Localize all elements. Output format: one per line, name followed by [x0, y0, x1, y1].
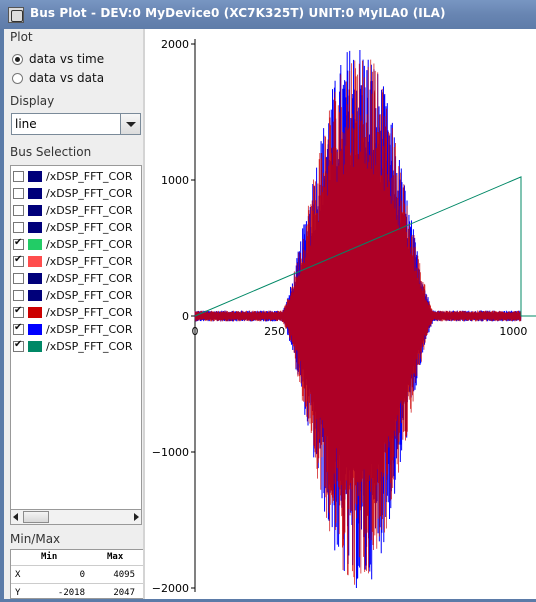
display-mode-value: line	[15, 117, 37, 131]
minmax-title: Min/Max	[10, 532, 61, 546]
bus-checkbox[interactable]	[13, 170, 24, 182]
bus-plot-chart[interactable]: 200010000−1000−20000 250 500 1000	[145, 29, 536, 599]
radio-indicator	[12, 72, 23, 84]
bus-selection-list[interactable]: /xDSP_FFT_COR /xDSP_FFT_COR /xDSP_FFT_CO…	[10, 165, 142, 525]
minmax-col-max: Max	[107, 552, 124, 562]
color-swatch[interactable]	[28, 289, 42, 301]
title-bar: Bus Plot - DEV:0 MyDevice0 (XC7K325T) UN…	[0, 0, 536, 29]
bus-item-6[interactable]: /xDSP_FFT_COR	[13, 253, 132, 269]
radio-data-vs-time[interactable]: data vs time	[12, 51, 104, 67]
x-tick-label: 0	[192, 325, 199, 338]
display-group-title: Display	[10, 94, 55, 108]
bus-checkbox[interactable]	[13, 221, 24, 233]
bus-plot-window: Plot data vs time data vs data Display l…	[4, 29, 536, 599]
bus-item-4[interactable]: /xDSP_FFT_COR	[13, 219, 132, 235]
bus-checkbox[interactable]	[13, 305, 24, 318]
color-swatch[interactable]	[28, 340, 42, 352]
bus-item-2[interactable]: /xDSP_FFT_COR	[13, 185, 132, 201]
minmax-axis-y: Y	[15, 588, 21, 598]
app-icon	[8, 7, 24, 23]
bus-checkbox[interactable]	[13, 237, 24, 250]
bus-checkbox[interactable]	[13, 187, 24, 199]
plot-group-title: Plot	[10, 30, 33, 44]
y-tick-label: 0	[182, 310, 189, 323]
window-title: Bus Plot - DEV:0 MyDevice0 (XC7K325T) UN…	[30, 6, 446, 20]
color-swatch[interactable]	[28, 187, 42, 199]
display-mode-dropdown[interactable]: line	[11, 113, 141, 135]
color-swatch[interactable]	[28, 221, 42, 233]
bus-checkbox[interactable]	[13, 339, 24, 352]
color-swatch[interactable]	[28, 323, 42, 335]
color-swatch[interactable]	[28, 306, 42, 318]
bus-item-7[interactable]: /xDSP_FFT_COR	[13, 270, 132, 286]
bus-selection-title: Bus Selection	[10, 145, 92, 159]
y-tick-label: 1000	[161, 174, 189, 187]
color-swatch[interactable]	[28, 272, 42, 284]
bus-checkbox[interactable]	[13, 322, 24, 335]
x-tick-label: 1000	[499, 325, 527, 338]
bus-item-11[interactable]: /xDSP_FFT_COR	[13, 338, 132, 354]
bus-item-9[interactable]: /xDSP_FFT_COR	[13, 304, 132, 320]
bus-item-10[interactable]: /xDSP_FFT_COR	[13, 321, 132, 337]
color-swatch[interactable]	[28, 170, 42, 182]
bus-checkbox[interactable]	[13, 254, 24, 267]
radio-indicator	[12, 53, 23, 65]
y-tick-label: 2000	[161, 38, 189, 51]
bus-list-scrollbar[interactable]	[10, 509, 142, 525]
y-tick-label: −1000	[152, 446, 189, 459]
bus-checkbox[interactable]	[13, 289, 24, 301]
scroll-right-icon[interactable]	[134, 513, 139, 521]
minmax-axis-x: X	[15, 570, 21, 580]
y-tick-label: −2000	[152, 582, 189, 595]
bus-item-8[interactable]: /xDSP_FFT_COR	[13, 287, 132, 303]
color-swatch[interactable]	[28, 238, 42, 250]
radio-data-vs-data[interactable]: data vs data	[12, 70, 104, 86]
left-panel: Plot data vs time data vs data Display l…	[4, 29, 148, 599]
minmax-x-min: 0	[79, 570, 85, 580]
chevron-down-icon[interactable]	[120, 114, 140, 134]
scroll-left-icon[interactable]	[13, 513, 18, 521]
bus-item-5[interactable]: /xDSP_FFT_COR	[13, 236, 132, 252]
minmax-y-min: -2018	[57, 588, 85, 598]
minmax-x-max: 4095	[113, 570, 135, 580]
scroll-thumb[interactable]	[23, 511, 49, 523]
minmax-y-max: 2047	[113, 588, 135, 598]
x-tick-label: 250	[264, 325, 285, 338]
minmax-col-min: Min	[41, 552, 58, 562]
plot-area[interactable]: 2000 1000 0 −1000 −2000 0 250 500 1000	[145, 29, 536, 599]
color-swatch[interactable]	[28, 255, 42, 267]
bus-item-1[interactable]: /xDSP_FFT_COR	[13, 168, 132, 184]
bus-checkbox[interactable]	[13, 204, 24, 216]
color-swatch[interactable]	[28, 204, 42, 216]
minmax-table: Min Max X 0 4095 Y -2018 2047	[10, 549, 144, 599]
bus-item-3[interactable]: /xDSP_FFT_COR	[13, 202, 132, 218]
bus-checkbox[interactable]	[13, 272, 24, 284]
